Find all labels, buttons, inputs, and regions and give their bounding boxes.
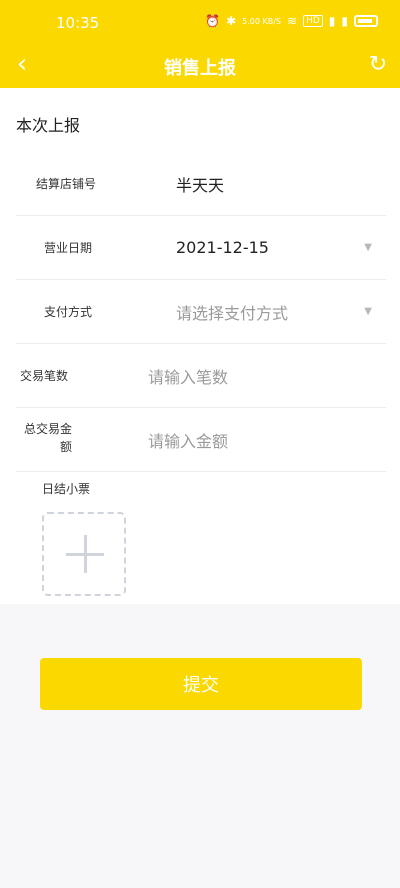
nav-bar: ‹ 销售上报 ↻ — [0, 48, 400, 88]
total-amount-label: 总交易金额 — [23, 422, 72, 454]
payment-select[interactable]: 请选择支付方式 — [176, 300, 288, 324]
dropdown-arrow-icon: ▼ — [364, 306, 372, 317]
hd-badge: HD — [303, 15, 323, 27]
section-title: 本次上报 — [16, 116, 81, 135]
status-bar: 10:35 ⏰ ✱ 5.00 KB/S ≋ HD ▮ ▮ — [0, 0, 400, 48]
refresh-icon: ↻ — [368, 51, 388, 77]
sales-report-form: 本次上报 结算店铺号 半天天 营业日期 2021-12-15 ▼ 支付方式 请选… — [0, 88, 400, 604]
date-value: 2021-12-15 — [176, 238, 269, 257]
store-label: 结算店铺号 — [36, 177, 97, 191]
status-icons: ⏰ ✱ 5.00 KB/S ≋ HD ▮ ▮ — [205, 14, 378, 28]
payment-label: 支付方式 — [44, 305, 93, 319]
store-row: 结算店铺号 半天天 — [16, 152, 386, 216]
upload-receipt-button[interactable] — [42, 512, 126, 596]
bluetooth-icon: ✱ — [226, 14, 237, 28]
date-label: 营业日期 — [44, 241, 93, 255]
signal-icon: ▮ — [328, 14, 336, 28]
submit-button[interactable]: 提交 — [40, 658, 362, 710]
network-speed: 5.00 KB/S — [242, 16, 282, 26]
dropdown-arrow-icon: ▼ — [364, 242, 372, 253]
transaction-count-row: 交易笔数 请输入笔数 — [16, 344, 386, 408]
signal-icon-2: ▮ — [341, 14, 348, 28]
refresh-button[interactable]: ↻ — [364, 50, 392, 78]
battery-icon — [354, 15, 378, 27]
store-value: 半天天 — [176, 175, 225, 195]
page-title: 销售上报 — [164, 58, 236, 79]
business-date-row[interactable]: 营业日期 2021-12-15 ▼ — [16, 216, 386, 280]
alarm-icon: ⏰ — [205, 14, 221, 28]
wifi-icon: ≋ — [287, 14, 298, 28]
txn-count-label: 交易笔数 — [20, 369, 69, 383]
total-amount-input[interactable]: 请输入金额 — [148, 428, 228, 452]
plus-icon-vertical — [84, 535, 87, 573]
total-amount-row: 总交易金额 请输入金额 — [16, 408, 386, 472]
txn-count-input[interactable]: 请输入笔数 — [148, 364, 228, 388]
payment-method-row[interactable]: 支付方式 请选择支付方式 ▼ — [16, 280, 386, 344]
status-time: 10:35 — [56, 14, 100, 32]
ticket-label: 日结小票 — [42, 482, 91, 496]
